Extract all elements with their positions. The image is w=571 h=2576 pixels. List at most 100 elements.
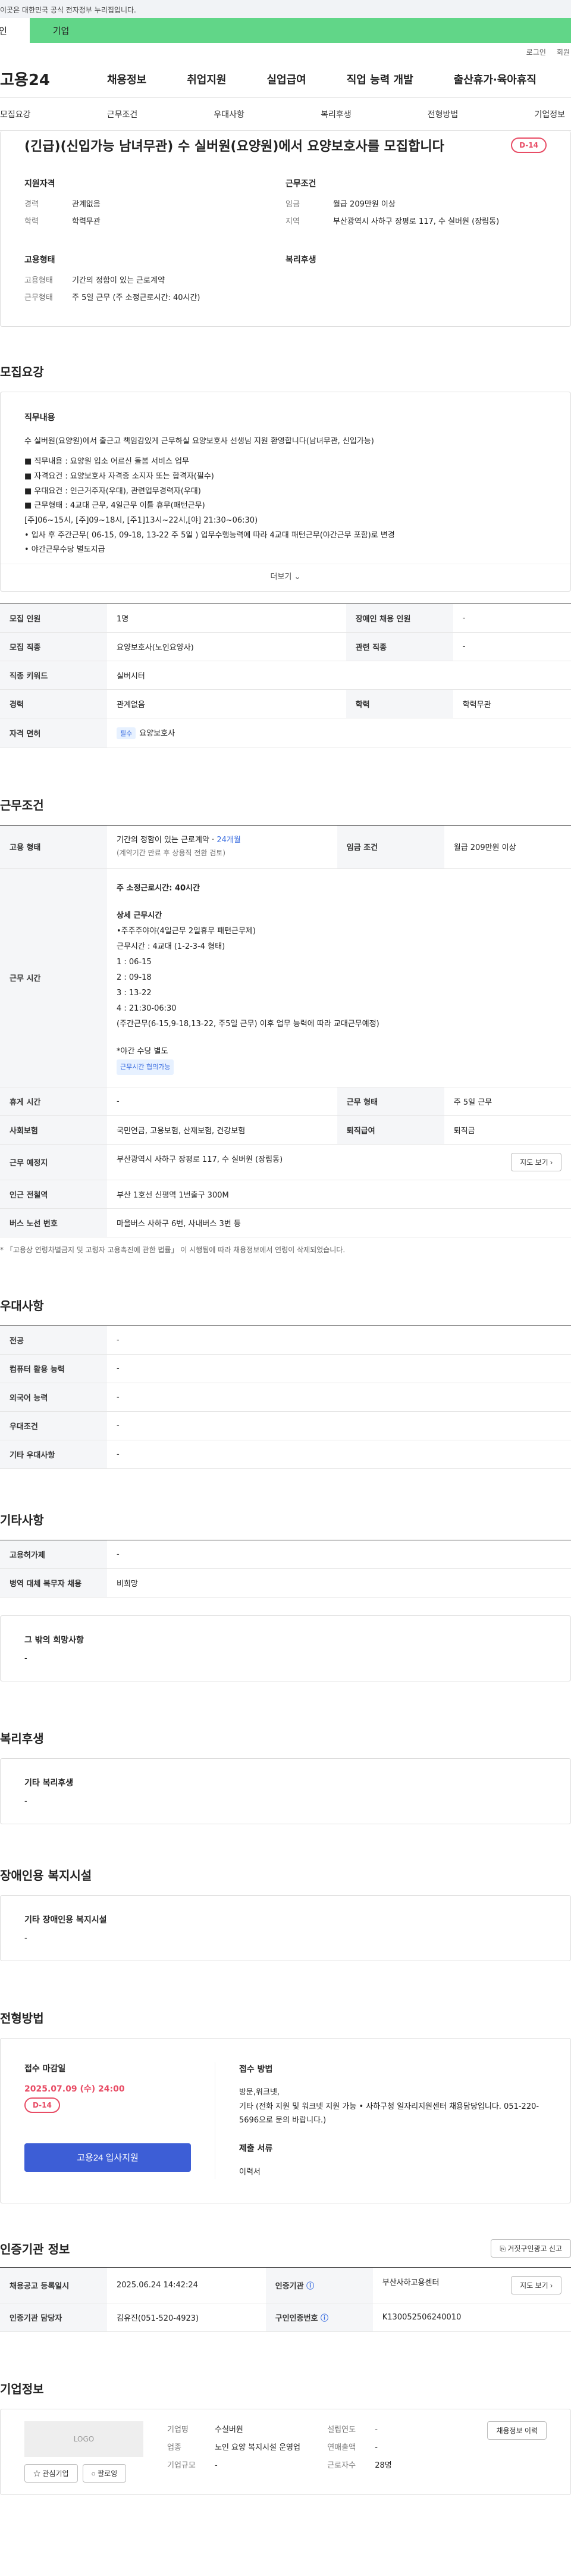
follow-icon: ○ [91,2469,96,2478]
place-value: 부산광역시 사하구 장평로 117, 수 실버원 (장림동) [117,1155,283,1164]
work-title: 근무조건 [0,798,44,812]
hope-value: - [24,1653,27,1663]
time-line: 상세 근무시간 [117,911,162,920]
site-logo[interactable]: 고용24 [0,68,107,90]
method-value-detail: 기타 (전화 지원 및 워크넷 지원 가능 • 사하구청 일자리지원센터 채용담… [239,2102,539,2125]
duty-line: ■ 자격요건 : 요양보호사 자격증 소지자 또는 합격자(필수) [24,471,214,481]
info-key: 고용형태 [24,276,53,285]
apply-card: 접수 마감일 2025.07.09 (수) 24:00 D-14 고용24 입사… [0,2037,571,2203]
table-row: 모집 직종 요양보호사(노인요양사) 관련 직종 - [0,632,571,661]
gnb-item-leave[interactable]: 출산휴가·육아휴직 [454,71,537,87]
table-row: 인근 전철역 부산 1호선 신평역 1번출구 300M [0,1180,571,1209]
table-row: 모집 인원 1명 장애인 채용 인원 - [0,603,571,633]
apply-dday-badge: D-14 [24,2097,60,2113]
duty-heading: 직무내용 [24,413,55,423]
select-title: 전형방법 [0,2011,44,2025]
emp-note: (계약기간 만료 후 상용직 전환 검토) [117,848,225,857]
agency-map-button[interactable]: 지도 보기 › [511,2275,561,2294]
fav-label: 관심기업 [42,2469,69,2478]
signup-link[interactable]: 회원 [557,47,570,57]
subtab-selection[interactable]: 전형방법 [428,108,459,120]
time-line: 4 : 21:30-06:30 [117,1003,177,1013]
cell-key: 휴게 시간 [0,1087,107,1116]
chevron-right-icon: › [550,2281,553,2290]
method-value: 방문,워크넷, [239,2088,280,2097]
subtab-recruit[interactable]: 모집요강 [0,108,31,120]
tab-company[interactable]: 기업 [30,18,92,43]
table-row: 인증기관 담당자 김유진(051-520-4923) 구인인증번호 ⓘ K130052… [0,2303,571,2332]
age-note: * 「고용상 연령차별금지 및 고령자 고용촉진에 관한 법률」 이 시행됨에 … [0,1245,346,1254]
table-row: 채용공고 등록일시 2025.06.24 14:42:24 인증기관 ⓘ 부산사하고용… [0,2266,571,2303]
follow-label: 팔로잉 [98,2469,118,2478]
emp-heading: 고용형태 [24,255,55,265]
gnb-item-training[interactable]: 직업 능력 개발 [347,71,413,87]
cell-key: 학력 [346,689,453,718]
job-history-button[interactable]: 채용정보 이력 [487,2421,547,2440]
cell-key: 인증기관 ⓘ [265,2266,373,2303]
company-key: 업종 [167,2443,181,2452]
subtab-work[interactable]: 근무조건 [107,108,138,120]
info-icon[interactable]: ⓘ [321,2314,328,2323]
cell-value: - [107,1411,571,1440]
info-icon[interactable]: ⓘ [306,2282,314,2291]
company-value: - [375,2425,378,2434]
gnb-item-unemployment[interactable]: 실업급여 [267,71,306,87]
subtab-company[interactable]: 기업정보 [534,108,565,120]
agency-value: 부산사하고용센터 [382,2278,440,2287]
fav-company-button[interactable]: ☆ 관심기업 [24,2464,78,2483]
company-key: 설립연도 [327,2425,356,2434]
map-button[interactable]: 지도 보기 › [511,1152,561,1171]
table-row: 병역 대체 복무자 채용 비희망 [0,1568,571,1598]
tab-individual[interactable]: 인 [0,18,30,43]
cell-value: 실버시터 [107,661,571,690]
pref-table: 전공 - 컴퓨터 활용 능력 - 외국어 능력 - 우대조건 - 기타 우대사항 - [0,1325,571,1469]
time-line: 3 : 13-22 [117,988,152,998]
cell-key: 퇴직급여 [337,1115,444,1145]
subtab-welfare[interactable]: 복리후생 [321,108,352,120]
welfare-heading-inner: 기타 복리후생 [24,1778,74,1788]
qual-heading: 지원자격 [24,179,55,189]
cell-key: 우대조건 [0,1411,107,1440]
table-row: 사회보험 국민연금, 고용보험, 산재보험, 건강보험 퇴직급여 퇴직금 [0,1115,571,1145]
cell-value: 2025.06.24 14:42:24 [107,2266,266,2303]
info-value: 기간의 정함이 있는 근로계약 [72,276,165,285]
company-value: 노인 요양 복지시설 운영업 [215,2443,300,2452]
login-link[interactable]: 로그인 [526,47,546,57]
time-line: 주 소정근로시간: 40시간 [117,883,200,893]
cell-key: 관련 직종 [346,632,453,661]
follow-button[interactable]: ○ 팔로잉 [82,2464,127,2483]
util-nav: 로그인 회원 [0,43,571,61]
duty-line: • 입사 후 주간근무( 06-15, 09-18, 13-22 주 5일 ) … [24,530,395,540]
company-key: 근로자수 [327,2461,356,2470]
apply-button[interactable]: 고용24 입사지원 [24,2143,191,2172]
report-icon: ⎘ [500,2244,506,2253]
cell-value: K130052506240010 [372,2303,571,2332]
info-key: 경력 [24,200,39,209]
table-row: 전공 - [0,1325,571,1355]
dday-badge: D-14 [511,137,547,153]
cell-key: 사회보험 [0,1115,107,1145]
cell-key: 근무 예정지 [0,1144,107,1180]
table-row: 고용허가제 - [0,1539,571,1569]
company-logo: LOGO [24,2421,143,2457]
gnb-item-employment-support[interactable]: 취업지원 [187,71,226,87]
agency-map-label: 지도 보기 [520,2281,548,2290]
cell-key: 모집 인원 [0,603,107,633]
company-value: 28명 [375,2461,392,2470]
subtab-pref[interactable]: 우대사항 [214,108,244,120]
info-value: 월급 209만원 이상 [333,200,396,209]
more-label: 더보기 [270,573,292,582]
cell-key: 외국어 능력 [0,1383,107,1412]
more-button[interactable]: 더보기 ⌄ [1,564,570,591]
cell-key: 컴퓨터 활용 능력 [0,1354,107,1383]
report-button[interactable]: ⎘ 거짓구인광고 신고 [491,2239,571,2258]
chevron-down-icon: ⌄ [294,573,301,582]
cell-value: 비희망 [107,1568,571,1598]
disab-title: 장애인용 복지시설 [0,1868,92,1883]
gnb-item-jobs[interactable]: 채용정보 [107,71,146,87]
duty-line: ■ 근무형태 : 4교대 근무, 4일근무 이틀 휴무(패턴근무) [24,501,205,511]
table-row: 버스 노선 번호 마을버스 사하구 6번, 사내버스 3번 등 [0,1208,571,1237]
info-key: 근무형태 [24,293,53,302]
hope-card: 그 밖의 희망사항 - [0,1615,571,1681]
cell-value: 요양보호사(노인요양사) [107,632,346,661]
